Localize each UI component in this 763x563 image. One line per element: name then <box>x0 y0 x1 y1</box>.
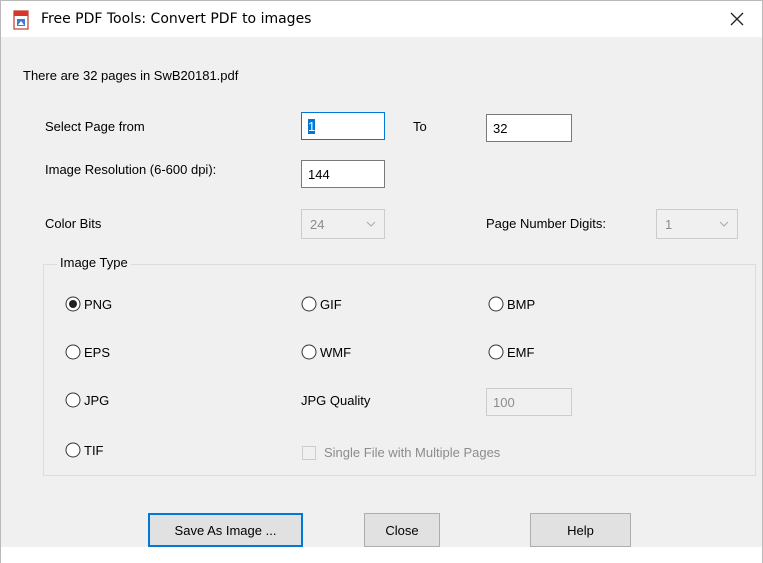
pdf-file-icon <box>13 10 29 30</box>
radio-wmf[interactable]: WMF <box>301 344 351 360</box>
single-file-label: Single File with Multiple Pages <box>324 445 501 460</box>
page-count-info: There are 32 pages in SwB20181.pdf <box>23 68 239 83</box>
close-window-button[interactable] <box>718 1 756 37</box>
chevron-down-icon <box>719 221 729 227</box>
radio-eps[interactable]: EPS <box>65 344 110 360</box>
page-from-value: 1 <box>308 119 316 134</box>
jpg-quality-input[interactable]: 100 <box>486 388 572 416</box>
help-button-label: Help <box>567 522 594 538</box>
page-digits-select[interactable]: 1 <box>656 209 738 239</box>
checkbox-box <box>302 445 316 460</box>
page-digits-value: 1 <box>665 217 673 232</box>
close-button[interactable]: Close <box>364 513 440 547</box>
resolution-label: Image Resolution (6-600 dpi): <box>45 162 217 177</box>
radio-unselected-icon <box>301 296 317 312</box>
resolution-value: 144 <box>308 167 330 182</box>
radio-png-label: PNG <box>84 296 113 312</box>
title-bar[interactable]: Free PDF Tools: Convert PDF to images <box>1 1 762 37</box>
radio-unselected-icon <box>65 344 81 360</box>
radio-unselected-icon <box>65 392 81 408</box>
page-to-label: To <box>413 119 427 134</box>
radio-emf[interactable]: EMF <box>488 344 534 360</box>
radio-selected-icon <box>65 296 81 312</box>
color-bits-label: Color Bits <box>45 216 102 231</box>
resolution-input[interactable]: 144 <box>301 160 385 188</box>
radio-unselected-icon <box>301 344 317 360</box>
close-icon <box>730 12 744 26</box>
radio-bmp[interactable]: BMP <box>488 296 535 312</box>
help-button[interactable]: Help <box>530 513 631 547</box>
radio-gif-label: GIF <box>320 296 342 312</box>
radio-tif[interactable]: TIF <box>65 442 104 458</box>
radio-unselected-icon <box>488 344 504 360</box>
radio-emf-label: EMF <box>507 344 535 360</box>
jpg-quality-label: JPG Quality <box>301 393 371 408</box>
window-title: Free PDF Tools: Convert PDF to images <box>41 11 312 27</box>
jpg-quality-value: 100 <box>493 395 515 410</box>
page-from-label: Select Page from <box>45 119 145 134</box>
page-digits-label: Page Number Digits: <box>486 216 606 231</box>
radio-eps-label: EPS <box>84 344 111 360</box>
radio-wmf-label: WMF <box>320 344 352 360</box>
dialog-window: Free PDF Tools: Convert PDF to images Th… <box>0 0 763 563</box>
close-button-label: Close <box>385 522 419 538</box>
page-to-input[interactable]: 32 <box>486 114 572 142</box>
color-bits-select[interactable]: 24 <box>301 209 385 239</box>
radio-bmp-label: BMP <box>507 296 536 312</box>
radio-unselected-icon <box>488 296 504 312</box>
radio-tif-label: TIF <box>84 442 104 458</box>
save-as-image-label: Save As Image ... <box>174 522 277 538</box>
radio-jpg-label: JPG <box>84 392 110 408</box>
radio-unselected-icon <box>65 442 81 458</box>
single-file-checkbox[interactable]: Single File with Multiple Pages <box>302 445 500 460</box>
radio-png[interactable]: PNG <box>65 296 112 312</box>
radio-gif[interactable]: GIF <box>301 296 342 312</box>
image-type-legend: Image Type <box>57 255 131 270</box>
window-bottom-edge <box>1 547 762 563</box>
save-as-image-button[interactable]: Save As Image ... <box>148 513 303 547</box>
page-to-value: 32 <box>493 121 508 136</box>
chevron-down-icon <box>366 221 376 227</box>
radio-jpg[interactable]: JPG <box>65 392 109 408</box>
page-from-input[interactable]: 1 <box>301 112 385 140</box>
color-bits-value: 24 <box>310 217 325 232</box>
